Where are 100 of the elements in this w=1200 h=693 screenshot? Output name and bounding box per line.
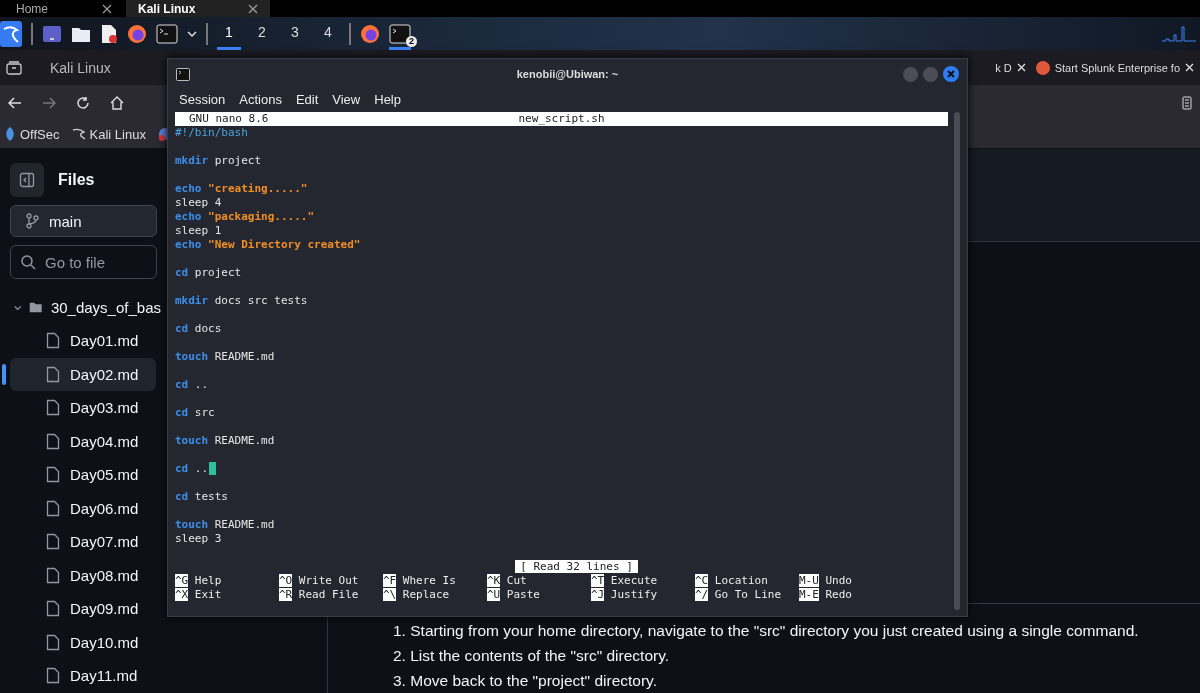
workspace-button[interactable]: 2: [250, 17, 274, 50]
shortcut-hint: ^K Cut: [487, 574, 528, 588]
menu-item[interactable]: Session: [179, 91, 226, 107]
tab-overview-icon[interactable]: [6, 60, 22, 75]
terminal-icon: [176, 67, 190, 81]
code-line: echo "New Directory created": [175, 238, 361, 252]
bookmark-link[interactable]: Kali Linux: [71, 126, 146, 142]
file-item[interactable]: Day11.md: [10, 659, 156, 693]
workspace-button[interactable]: 3: [283, 17, 307, 50]
branch-icon: [25, 213, 39, 229]
branch-selector[interactable]: main: [10, 205, 157, 237]
file-item[interactable]: Day05.md: [10, 458, 156, 492]
collapse-sidebar-button[interactable]: [10, 163, 44, 197]
shortcut-hint: ^X Exit: [175, 588, 223, 602]
code-line: mkdir project: [175, 154, 262, 168]
code-line: cd ..: [175, 378, 209, 392]
shortcut-hint: ^U Paste: [487, 588, 541, 602]
browser-tab[interactable]: Start Splunk Enterprise fo: [1035, 60, 1194, 75]
nano-version: GNU nano 8.6: [189, 112, 270, 126]
shortcut-hint: M-E Redo: [799, 588, 853, 602]
workspace-button[interactable]: 4: [316, 17, 340, 50]
menu-item[interactable]: Edit: [295, 91, 319, 107]
count-badge: 2: [406, 35, 417, 47]
file-item[interactable]: Day01.md: [10, 324, 156, 358]
file-item[interactable]: Day07.md: [10, 525, 156, 559]
list-item: 3. Move back to the "project" directory.: [393, 671, 658, 691]
code-line: cd tests: [175, 490, 228, 504]
shortcut-hint: M-U Undo: [799, 574, 853, 588]
code-line: touch README.md: [175, 350, 275, 364]
file-icon: [46, 332, 60, 350]
menu-item[interactable]: View: [332, 91, 361, 107]
file-icon: [46, 566, 60, 584]
sidebar-title: Files: [58, 171, 95, 189]
code-line: echo "packaging.....": [175, 210, 315, 224]
menu-item[interactable]: Help: [374, 91, 401, 107]
file-icon: [46, 633, 60, 651]
firefox-icon[interactable]: [127, 23, 147, 44]
shortcut-hint: ^G Help: [175, 574, 223, 588]
close-icon[interactable]: [248, 3, 258, 14]
window-tab[interactable]: Home: [4, 0, 124, 17]
file-icon: [46, 600, 60, 618]
shortcut-hint: ^\ Replace: [383, 588, 451, 602]
shortcut-hint: ^O Write Out: [279, 574, 360, 588]
close-icon[interactable]: [102, 3, 112, 14]
shortcut-hint: ^J Justify: [591, 588, 659, 602]
file-item[interactable]: Day10.md: [10, 625, 156, 659]
shortcut-hint: ^F Where Is: [383, 574, 457, 588]
file-icon: [46, 667, 60, 685]
file-icon: [46, 432, 60, 450]
code-line: touch README.md: [175, 518, 275, 532]
desktop-icon[interactable]: [42, 24, 62, 43]
code-line: #!/bin/bash: [175, 126, 248, 140]
code-line: sleep 3: [175, 532, 222, 546]
search-icon: [20, 254, 36, 270]
shortcut-hint: ^T Execute: [591, 574, 659, 588]
search-field[interactable]: Go to file: [10, 245, 157, 279]
browser-tab[interactable]: k D: [995, 61, 1026, 74]
reader-icon[interactable]: [1182, 95, 1192, 110]
code-line: sleep 1: [175, 224, 222, 238]
file-item[interactable]: Day06.md: [10, 491, 156, 525]
file-icon: [46, 399, 60, 417]
code-line: echo "creating.....": [175, 182, 308, 196]
file-item[interactable]: Day04.md: [10, 424, 156, 458]
sidebar-icon: [19, 172, 35, 188]
code-line: mkdir docs src tests: [175, 294, 308, 308]
firefox-icon[interactable]: [360, 23, 380, 44]
reload-icon[interactable]: [76, 95, 90, 110]
close-button[interactable]: [943, 66, 959, 82]
folder-item[interactable]: 30_days_of_bas: [10, 291, 161, 324]
status-message: [ Read 32 lines ]: [515, 560, 638, 573]
scrollbar[interactable]: [954, 112, 960, 610]
home-icon[interactable]: [110, 95, 124, 110]
folder-icon: [29, 300, 43, 315]
code-line: cd project: [175, 266, 242, 280]
network-graph-icon: [1162, 25, 1196, 42]
code-line: cd docs: [175, 322, 222, 336]
file-item[interactable]: Day09.md: [10, 592, 156, 626]
back-icon[interactable]: [8, 96, 22, 109]
browser-tab[interactable]: Kali Linux: [50, 59, 111, 76]
chevron-down-icon[interactable]: [187, 29, 197, 38]
code-line: sleep 4: [175, 196, 222, 210]
terminal-icon[interactable]: [389, 23, 411, 44]
forward-icon[interactable]: [42, 96, 56, 109]
file-icon: [46, 466, 60, 484]
file-name: new_script.sh: [518, 112, 605, 126]
window-tab[interactable]: Kali Linux: [126, 0, 270, 17]
menu-item[interactable]: Actions: [239, 91, 282, 107]
code-line: touch README.md: [175, 434, 275, 448]
file-item[interactable]: Day08.md: [10, 558, 156, 592]
code-line: cd ..: [175, 462, 209, 476]
bookmark-link[interactable]: OffSec: [4, 126, 60, 142]
document-icon[interactable]: [100, 23, 118, 44]
file-icon: [46, 499, 60, 517]
list-item: 2. List the contents of the "src" directory.: [393, 646, 671, 666]
file-item[interactable]: Day03.md: [10, 391, 156, 425]
file-icon: [46, 365, 60, 383]
shortcut-hint: ^C Location: [695, 574, 769, 588]
shortcut-hint: ^R Read File: [279, 588, 360, 602]
terminal-icon[interactable]: [156, 23, 178, 44]
file-icon: [46, 533, 60, 551]
